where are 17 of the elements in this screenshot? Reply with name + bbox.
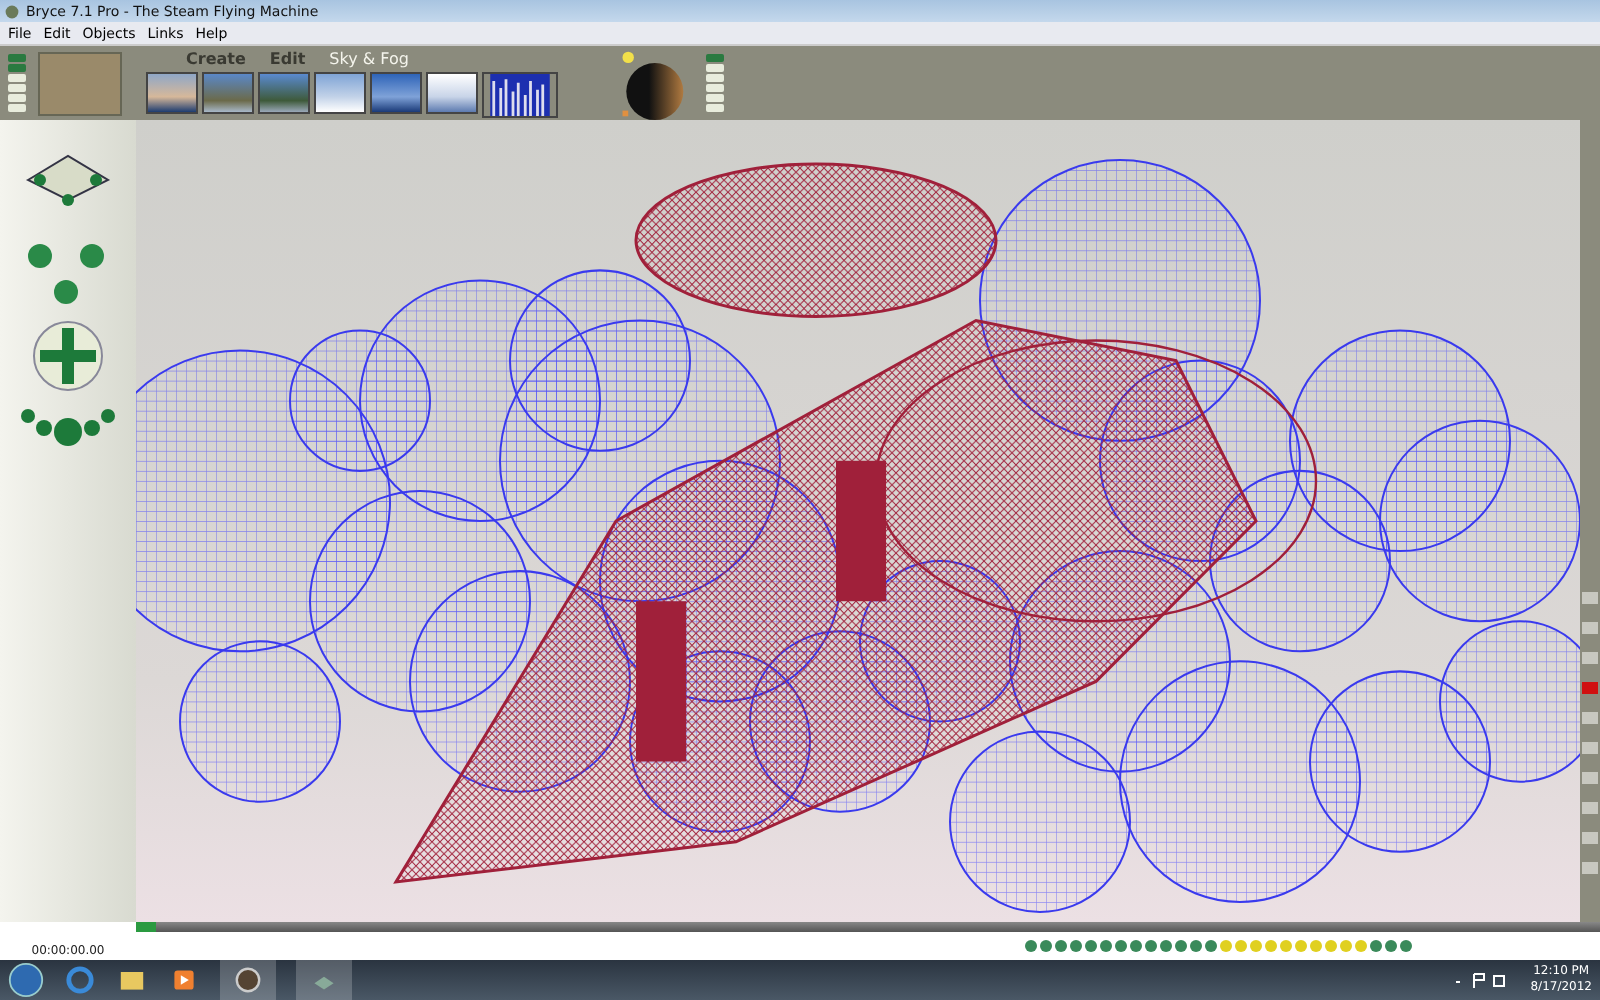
camera-icon[interactable] bbox=[220, 960, 276, 1000]
led-stack-icon bbox=[8, 54, 26, 112]
app-icon[interactable] bbox=[296, 960, 352, 1000]
media-player-icon[interactable] bbox=[168, 964, 200, 996]
start-button[interactable] bbox=[8, 962, 44, 998]
sky-preset-thumbnail[interactable] bbox=[146, 71, 198, 113]
texture-thumbnail[interactable] bbox=[482, 71, 558, 117]
led-stack-icon bbox=[706, 54, 724, 112]
sky-preset-thumbnail[interactable] bbox=[426, 71, 478, 113]
sky-preset-thumbnail[interactable] bbox=[258, 71, 310, 113]
app-icon bbox=[4, 3, 20, 19]
browser-icon[interactable] bbox=[64, 964, 96, 996]
timeline-track[interactable] bbox=[136, 922, 1600, 932]
sky-preset-thumbnail[interactable] bbox=[202, 71, 254, 113]
sky-preset-thumbnail[interactable] bbox=[314, 71, 366, 113]
sky-preset-thumbnail[interactable] bbox=[370, 71, 422, 113]
tray-icons[interactable] bbox=[1450, 970, 1511, 990]
